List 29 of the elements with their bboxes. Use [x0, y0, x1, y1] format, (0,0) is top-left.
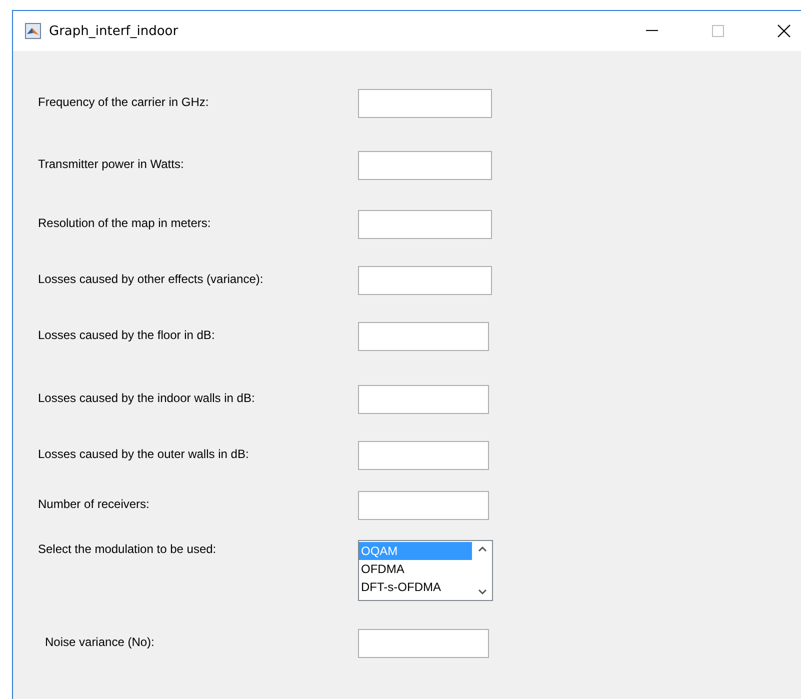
field-label: Losses caused by the outer walls in dB: — [38, 447, 250, 461]
scroll-up-icon[interactable] — [478, 546, 486, 552]
scroll-down-icon[interactable] — [478, 589, 486, 595]
field-label: Transmitter power in Watts: — [38, 157, 185, 171]
close-icon[interactable] — [777, 24, 791, 38]
field-label: Resolution of the map in meters: — [38, 216, 212, 230]
window-title: Graph_interf_indoor — [49, 24, 180, 38]
maximize-icon[interactable] — [712, 25, 724, 37]
input-field[interactable] — [358, 385, 489, 414]
list-option[interactable]: DFT-s-OFDMA — [359, 578, 472, 596]
input-field[interactable] — [358, 89, 492, 118]
input-field[interactable] — [358, 322, 489, 351]
input-field[interactable] — [358, 441, 489, 470]
field-label: Noise variance (No): — [45, 635, 156, 649]
app-icon — [25, 23, 41, 39]
list-option[interactable]: OFDMA — [359, 560, 472, 578]
input-field[interactable] — [358, 151, 492, 180]
input-field[interactable] — [358, 629, 489, 658]
modulation-listbox[interactable]: OQAM OFDMA DFT-s-OFDMA — [358, 540, 493, 601]
input-field[interactable] — [358, 491, 489, 520]
input-field[interactable] — [358, 210, 492, 239]
field-label: Number of receivers: — [38, 497, 150, 511]
minimize-icon[interactable] — [646, 30, 658, 32]
field-label: Frequency of the carrier in GHz: — [38, 95, 210, 109]
field-label: Select the modulation to be used: — [38, 542, 218, 556]
input-field[interactable] — [358, 266, 492, 295]
field-label: Losses caused by other effects (variance): — [38, 272, 264, 286]
field-label: Losses caused by the floor in dB: — [38, 328, 216, 342]
field-label: Losses caused by the indoor walls in dB: — [38, 391, 256, 405]
